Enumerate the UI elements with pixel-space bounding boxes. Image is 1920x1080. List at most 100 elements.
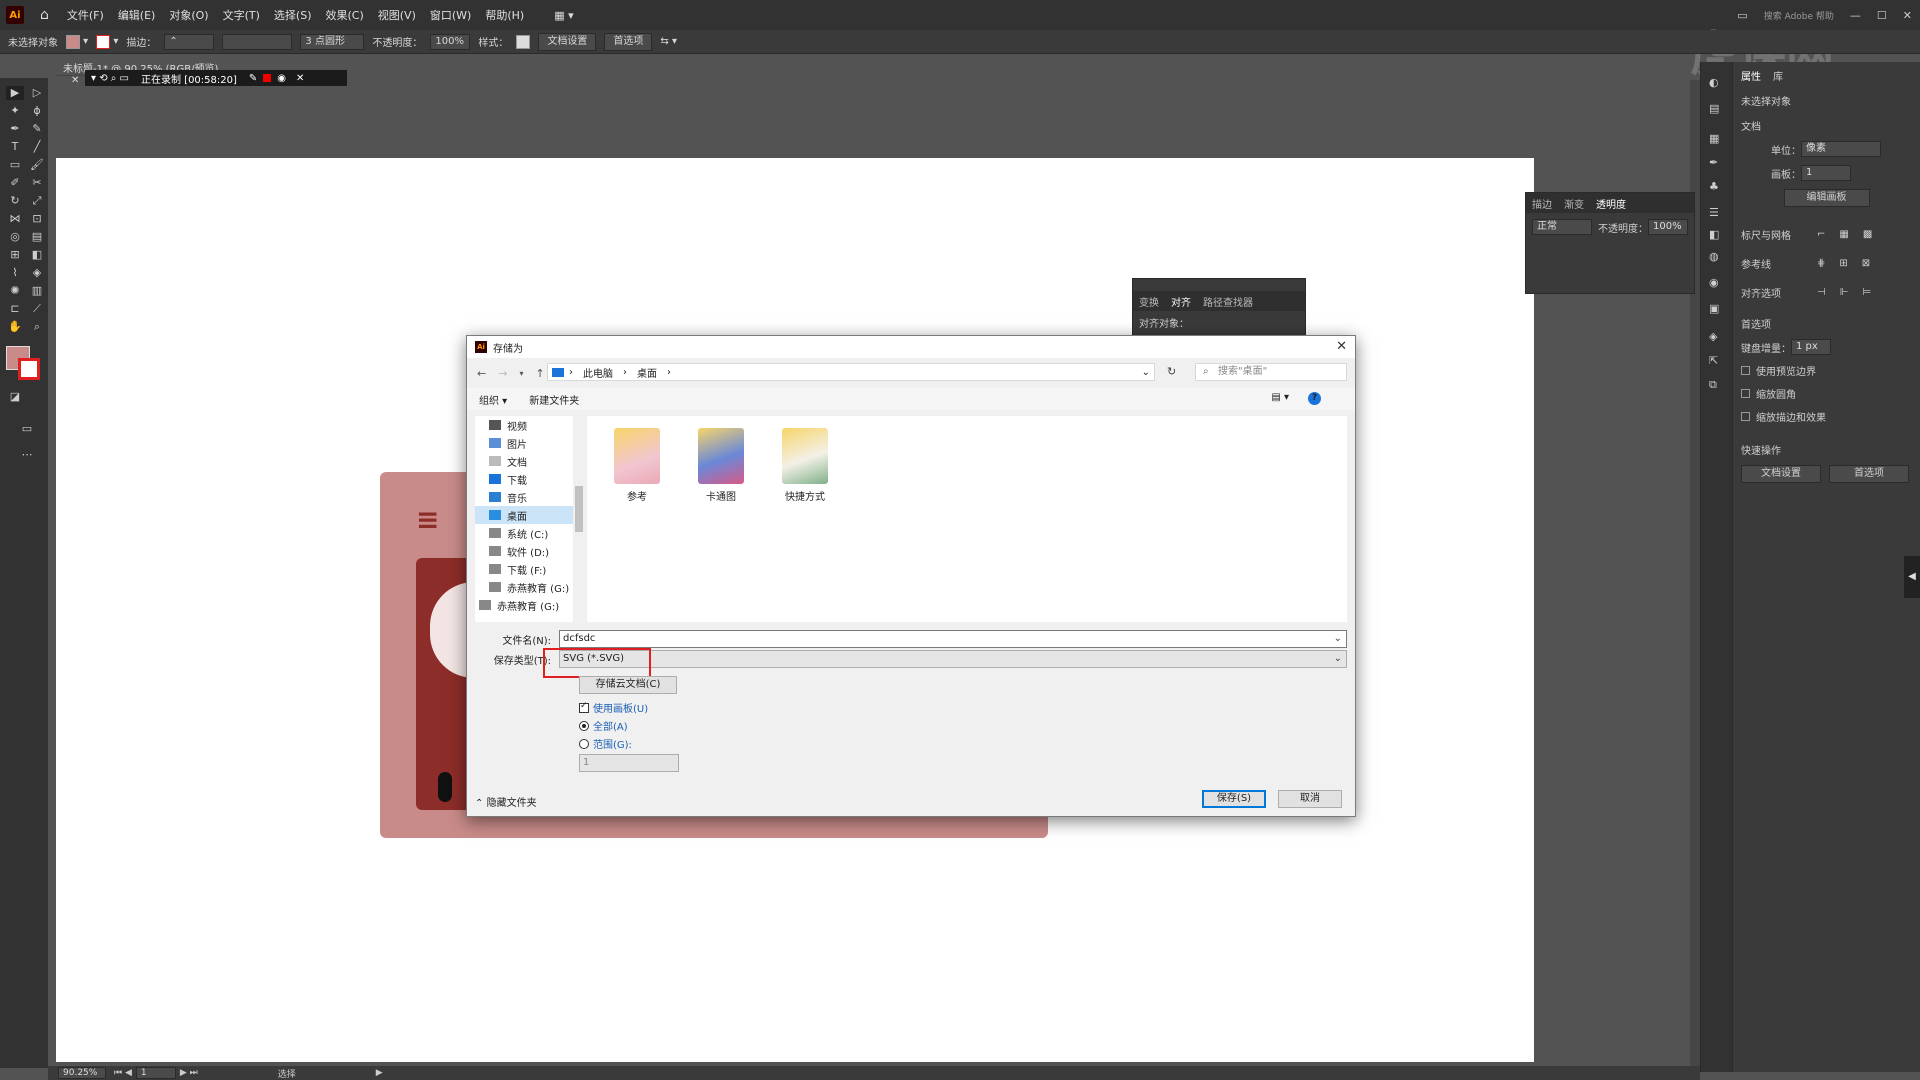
style-swatch[interactable] — [516, 34, 531, 49]
range-input[interactable]: 1 — [579, 754, 679, 772]
swatches-icon[interactable]: ▦ — [1709, 132, 1719, 145]
scissors-tool-icon[interactable]: ✂ — [28, 176, 46, 190]
symbols-icon[interactable]: ♣ — [1709, 180, 1719, 193]
line-tool-icon[interactable]: ╱ — [28, 140, 46, 154]
slice-tool-icon[interactable]: ⟋ — [28, 302, 46, 316]
menu-select[interactable]: 选择(S) — [274, 7, 312, 23]
artboard-select[interactable]: 1 — [1801, 165, 1851, 181]
help-icon[interactable]: ? — [1308, 392, 1321, 405]
doc-setup-button[interactable]: 文档设置 — [538, 32, 597, 51]
tab-pathfinder[interactable]: 路径查找器 — [1203, 294, 1253, 309]
mesh-tool-icon[interactable]: ⊞ — [6, 248, 24, 262]
use-artboards-option[interactable]: 使用画板(U) — [579, 700, 648, 715]
breadcrumb-this-pc[interactable]: 此电脑 — [583, 365, 613, 380]
nav-documents[interactable]: 文档 — [475, 452, 581, 470]
brushes-icon[interactable]: ✒ — [1709, 156, 1718, 169]
tab-stroke[interactable]: 描边 — [1532, 196, 1552, 211]
filetype-dropdown-icon[interactable]: ⌄ — [1334, 651, 1342, 667]
brush-select[interactable]: 3 点圆形 — [300, 33, 365, 50]
libraries-icon[interactable]: ▤ — [1709, 102, 1719, 115]
stroke-swatch[interactable]: ▾ — [96, 34, 118, 49]
checkbox-scale-strokes[interactable] — [1741, 412, 1750, 421]
stroke-weight-input[interactable]: ⌃ — [164, 33, 215, 50]
grid-icon[interactable]: ▦ — [1839, 229, 1848, 240]
artboard-nav-input[interactable]: 1 — [135, 1067, 176, 1079]
nav-drive-g-2[interactable]: 赤燕教育 (G:) — [475, 596, 581, 614]
preferences-panel-button[interactable]: 首选项 — [1829, 465, 1909, 483]
zoom-tool-icon[interactable]: ⌕ — [28, 320, 46, 334]
rotate-tool-icon[interactable]: ↻ — [6, 194, 24, 208]
edit-artboards-button[interactable]: 编辑画板 — [1783, 189, 1870, 207]
fill-swatch[interactable]: ▾ — [66, 34, 88, 49]
address-dropdown-icon[interactable]: ⌄ — [1142, 367, 1150, 378]
zoom-select[interactable]: 90.25% — [58, 1067, 106, 1079]
doc-setup-panel-button[interactable]: 文档设置 — [1741, 465, 1821, 483]
save-button[interactable]: 保存(S) — [1202, 790, 1266, 808]
nav-drive-g[interactable]: 赤燕教育 (G:) — [475, 578, 581, 596]
rectangle-tool-icon[interactable]: ▭ — [6, 158, 24, 172]
folder-item[interactable]: 参考 — [607, 428, 667, 503]
column-graph-tool-icon[interactable]: ▥ — [28, 284, 46, 298]
status-menu-icon[interactable]: ▶ — [376, 1068, 383, 1078]
stroke-panel-icon[interactable]: ☰ — [1709, 206, 1719, 219]
nav-scrollbar[interactable] — [573, 416, 585, 622]
checkbox-preview-bounds[interactable] — [1741, 366, 1750, 375]
minimize-icon[interactable]: — — [1850, 9, 1861, 22]
dialog-close-icon[interactable]: ✕ — [1336, 339, 1347, 354]
units-select[interactable]: 像素 — [1801, 141, 1881, 157]
appearance-icon[interactable]: ◉ — [1709, 276, 1719, 289]
dropdown-icon[interactable]: ▾ ⟲ ⌕ ▭ — [91, 73, 129, 84]
menu-help[interactable]: 帮助(H) — [485, 7, 524, 23]
more-tools-icon[interactable]: ⋯ — [18, 448, 36, 462]
menu-file[interactable]: 文件(F) — [67, 7, 104, 23]
nav-downloads[interactable]: 下载 — [475, 470, 581, 488]
layers-icon[interactable]: ◈ — [1709, 330, 1717, 343]
blend-tool-icon[interactable]: ◈ — [28, 266, 46, 280]
nav-desktop[interactable]: 桌面 — [475, 506, 581, 524]
selection-tool-icon[interactable]: ▶ — [6, 86, 24, 100]
tab-gradient[interactable]: 渐变 — [1564, 196, 1584, 211]
nav-music[interactable]: 音乐 — [475, 488, 581, 506]
eyedropper-tool-icon[interactable]: ⌇ — [6, 266, 24, 280]
snap-point-icon[interactable]: ⊣ — [1817, 287, 1826, 298]
hide-folders-toggle[interactable]: ⌃ 隐藏文件夹 — [475, 794, 537, 809]
paintbrush-tool-icon[interactable]: 🖌 — [28, 158, 46, 172]
nav-videos[interactable]: 视频 — [475, 416, 581, 434]
address-bar[interactable]: › 此电脑 › 桌面 › ⌄ — [547, 363, 1155, 381]
range-radio[interactable] — [579, 738, 589, 749]
opacity-input[interactable]: 100% — [430, 33, 471, 50]
organize-button[interactable]: 组织 ▾ — [479, 392, 507, 407]
menu-view[interactable]: 视图(V) — [378, 7, 416, 23]
align-icon[interactable]: ⇆ ▾ — [660, 36, 677, 47]
use-artboards-checkbox[interactable] — [579, 701, 589, 713]
back-icon[interactable]: ← — [477, 367, 486, 380]
nav-pictures[interactable]: 图片 — [475, 434, 581, 452]
lasso-tool-icon[interactable]: ϕ — [28, 104, 46, 118]
menu-window[interactable]: 窗口(W) — [430, 7, 471, 23]
expand-panel-icon[interactable]: ◀ — [1904, 556, 1920, 598]
hand-tool-icon[interactable]: ✋ — [6, 320, 24, 334]
folder-item[interactable]: 快捷方式 — [775, 428, 835, 503]
filetype-select[interactable]: SVG (*.SVG) ⌄ — [559, 650, 1347, 668]
transparency-grid-icon[interactable]: ▩ — [1863, 229, 1872, 240]
graphic-styles-icon[interactable]: ▣ — [1709, 302, 1719, 315]
pen-icon[interactable]: ✎ — [249, 73, 257, 84]
workspace-switcher-icon[interactable]: ▦ ▾ — [554, 9, 573, 22]
cancel-button[interactable]: 取消 — [1278, 790, 1342, 808]
view-options-icon[interactable]: ▤ ▾ — [1271, 392, 1289, 403]
gradient-tool-icon[interactable]: ◧ — [28, 248, 46, 262]
close-icon[interactable]: ✕ — [1903, 9, 1912, 22]
blend-mode-select[interactable]: 正常 — [1532, 219, 1592, 235]
free-transform-tool-icon[interactable]: ⊡ — [28, 212, 46, 226]
breadcrumb-desktop[interactable]: 桌面 — [637, 365, 657, 380]
up-icon[interactable]: ↑ — [535, 367, 544, 380]
maximize-icon[interactable]: ☐ — [1877, 9, 1887, 22]
lock-guides-icon[interactable]: ⊞ — [1839, 258, 1847, 269]
snap-pixel-icon[interactable]: ⊩ — [1840, 287, 1849, 298]
nav-scrollbar-thumb[interactable] — [575, 486, 583, 532]
range-option[interactable]: 范围(G): — [579, 736, 632, 751]
artboard-nav-next-icon[interactable]: ▶ ⏭ — [180, 1068, 198, 1078]
artboard-tool-icon[interactable]: ⊏ — [6, 302, 24, 316]
artboards-icon[interactable]: ⧉ — [1709, 378, 1717, 392]
search-input[interactable]: 搜索"桌面" — [1195, 363, 1347, 381]
